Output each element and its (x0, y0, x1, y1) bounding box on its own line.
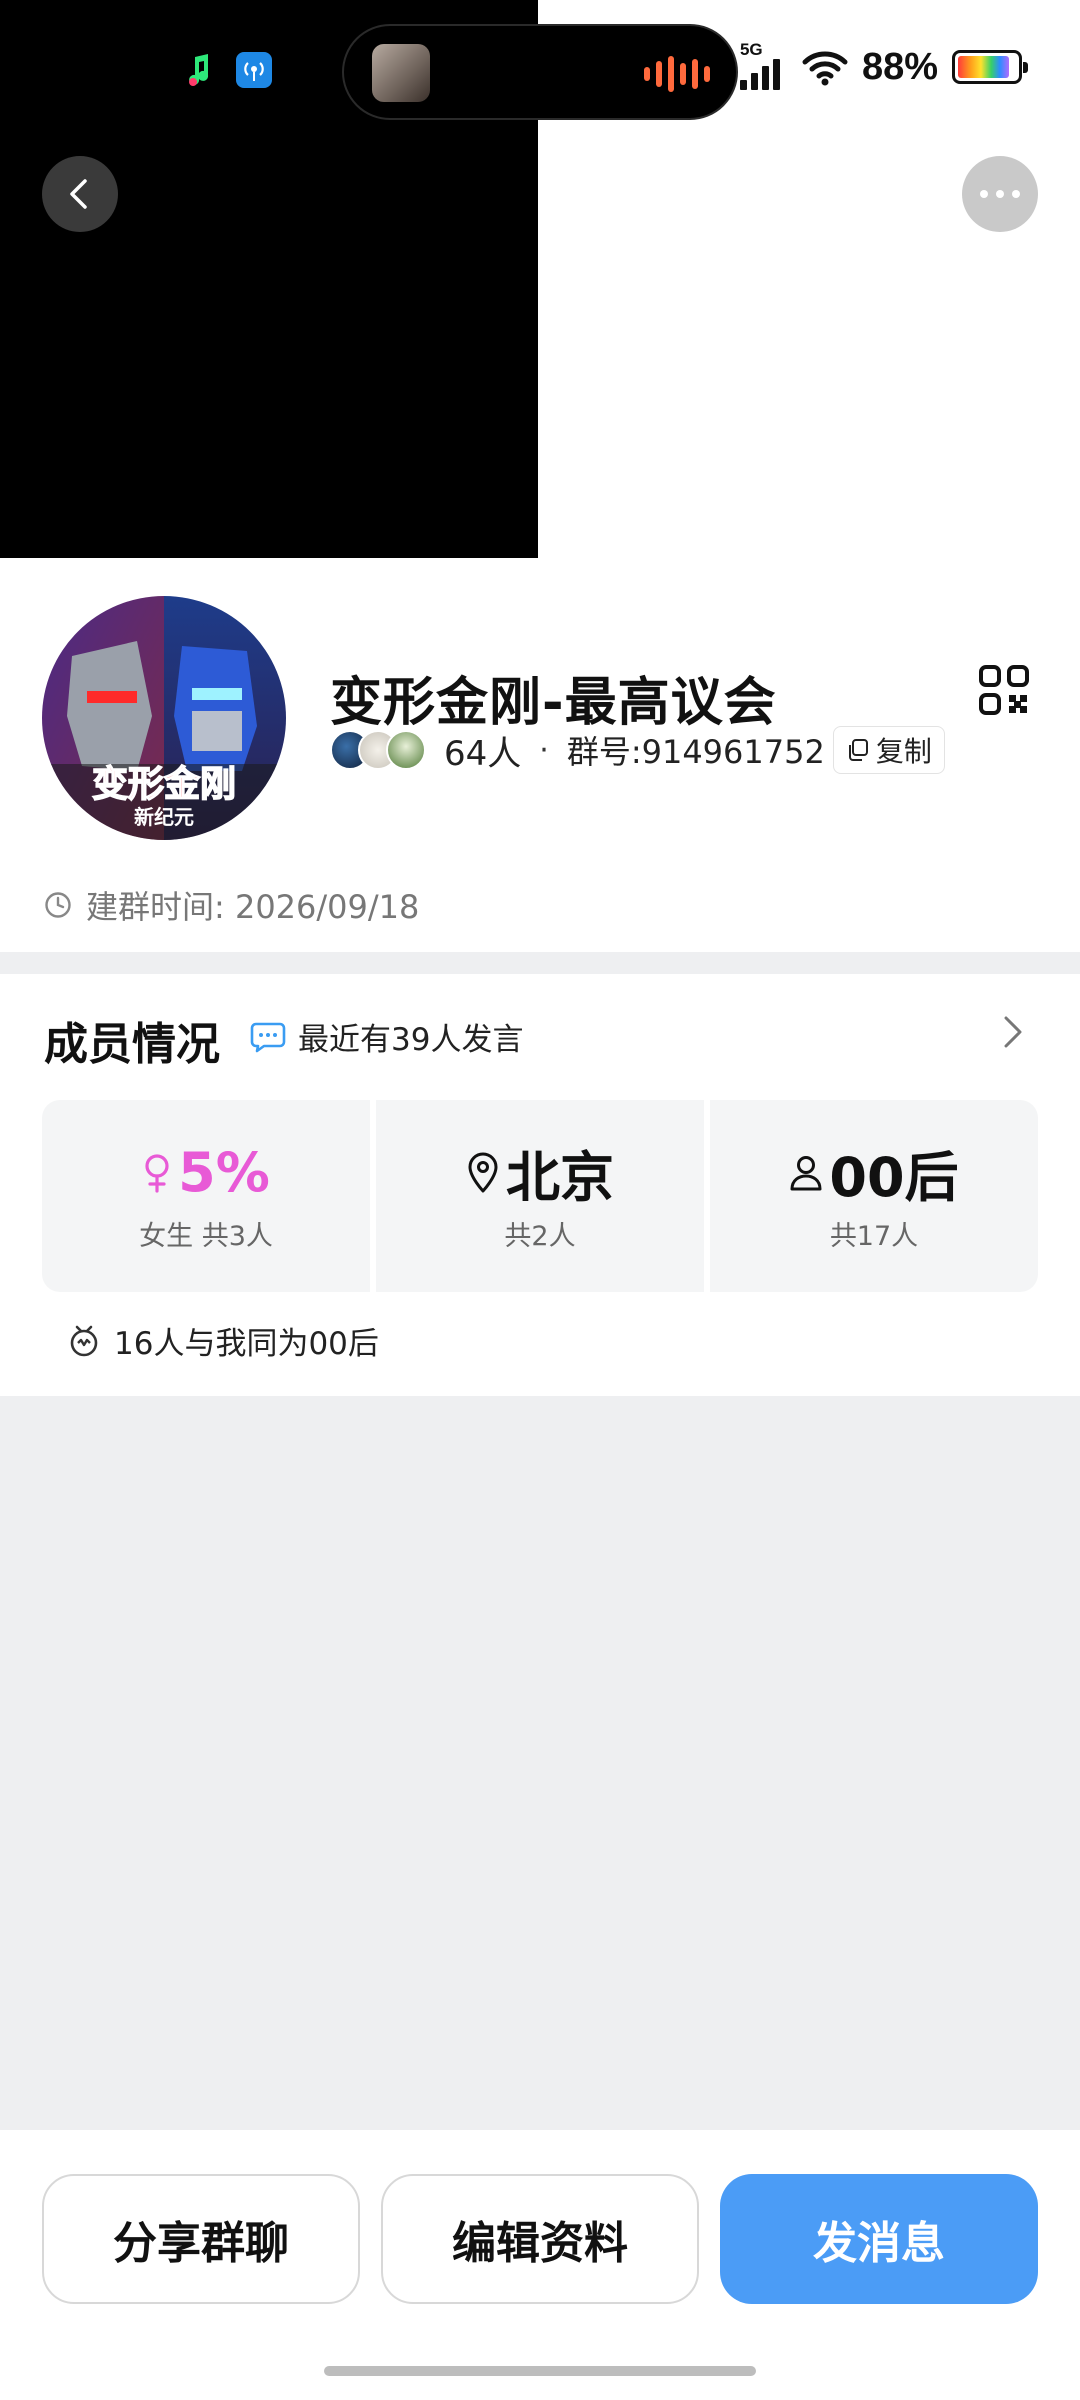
more-button[interactable] (962, 156, 1038, 232)
copy-label: 复制 (875, 735, 932, 768)
separator-dot: · (539, 732, 549, 768)
group-id: 群号:914961752 (566, 733, 825, 771)
chevron-right-icon[interactable] (998, 1012, 1028, 1052)
person-icon (790, 1155, 822, 1190)
edit-profile-button[interactable]: 编辑资料 (381, 2174, 699, 2304)
battery-icon (952, 50, 1028, 84)
battery-level-fill (958, 56, 1010, 78)
stat-card-gender[interactable]: 5% 女生 共3人 (42, 1100, 370, 1292)
home-indicator[interactable] (324, 2366, 756, 2376)
more-dots-icon (980, 190, 1020, 198)
age-badge-icon (70, 1325, 98, 1356)
stat-value: 5% (178, 1141, 270, 1204)
member-stats: 5% 女生 共3人 北京 共2人 00后 共17人 (42, 1100, 1038, 1292)
stat-sub: 共17人 (829, 1220, 919, 1252)
wifi-icon (802, 51, 848, 86)
created-time-row: 建群时间: 2026/09/18 (44, 882, 419, 928)
stat-value: 00后 (829, 1146, 959, 1209)
same-age-text: 16人与我同为00后 (114, 1326, 379, 1362)
group-avatar-image: 变形金刚 新纪元 (42, 596, 286, 840)
avatar-caption: 变形金刚 (92, 763, 236, 805)
battery-percent: 88% (861, 45, 938, 88)
group-name: 变形金刚-最高议会 (330, 673, 777, 733)
hotspot-icon (236, 52, 272, 88)
stat-card-location[interactable]: 北京 共2人 (376, 1100, 704, 1292)
qr-code-icon[interactable] (978, 664, 1030, 716)
chat-bubble-icon (250, 1022, 286, 1052)
female-icon (145, 1153, 169, 1193)
audio-wave-icon (644, 54, 710, 94)
stat-value: 北京 (506, 1146, 614, 1209)
status-right: 5G 88% (739, 40, 1028, 90)
empty-content-area (0, 1396, 1080, 2130)
avatar-subcaption: 新纪元 (134, 805, 194, 829)
group-profile-page: 5G 88% 变形金刚 新纪元 变形金刚-最高议会 64人 · 群号:91496… (0, 0, 1080, 2400)
send-message-button[interactable]: 发消息 (720, 2174, 1038, 2304)
clock-icon (45, 892, 71, 918)
stat-card-age[interactable]: 00后 共17人 (710, 1100, 1038, 1292)
copy-icon (848, 739, 868, 761)
recent-speakers-row[interactable]: 最近有39人发言 (250, 1014, 523, 1059)
copy-group-id-button[interactable]: 复制 (832, 726, 945, 774)
stat-sub: 女生 共3人 (139, 1220, 273, 1252)
member-count[interactable]: 64人 (444, 726, 521, 775)
same-age-row: 16人与我同为00后 (68, 1318, 379, 1363)
cellular-signal-icon: 5G (739, 40, 788, 90)
music-note-icon (189, 54, 209, 86)
member-avatar (386, 730, 426, 770)
chevron-left-icon (70, 179, 87, 209)
location-pin-icon (468, 1152, 498, 1192)
media-thumbnail (372, 44, 430, 102)
share-group-button[interactable]: 分享群聊 (42, 2174, 360, 2304)
stat-sub: 共2人 (504, 1220, 576, 1252)
members-section-title: 成员情况 (44, 1019, 220, 1070)
recent-speakers-text: 最近有39人发言 (298, 1022, 524, 1058)
back-button[interactable] (42, 156, 118, 232)
status-left-icons (184, 52, 272, 88)
dynamic-island[interactable] (342, 24, 738, 120)
section-divider (0, 952, 1080, 974)
group-avatar[interactable]: 变形金刚 新纪元 (42, 596, 286, 840)
member-avatars[interactable] (330, 730, 426, 770)
created-time: 建群时间: 2026/09/18 (86, 888, 420, 926)
network-type: 5G (739, 40, 763, 59)
group-meta-row: 64人 · 群号:914961752 复制 (330, 726, 945, 774)
